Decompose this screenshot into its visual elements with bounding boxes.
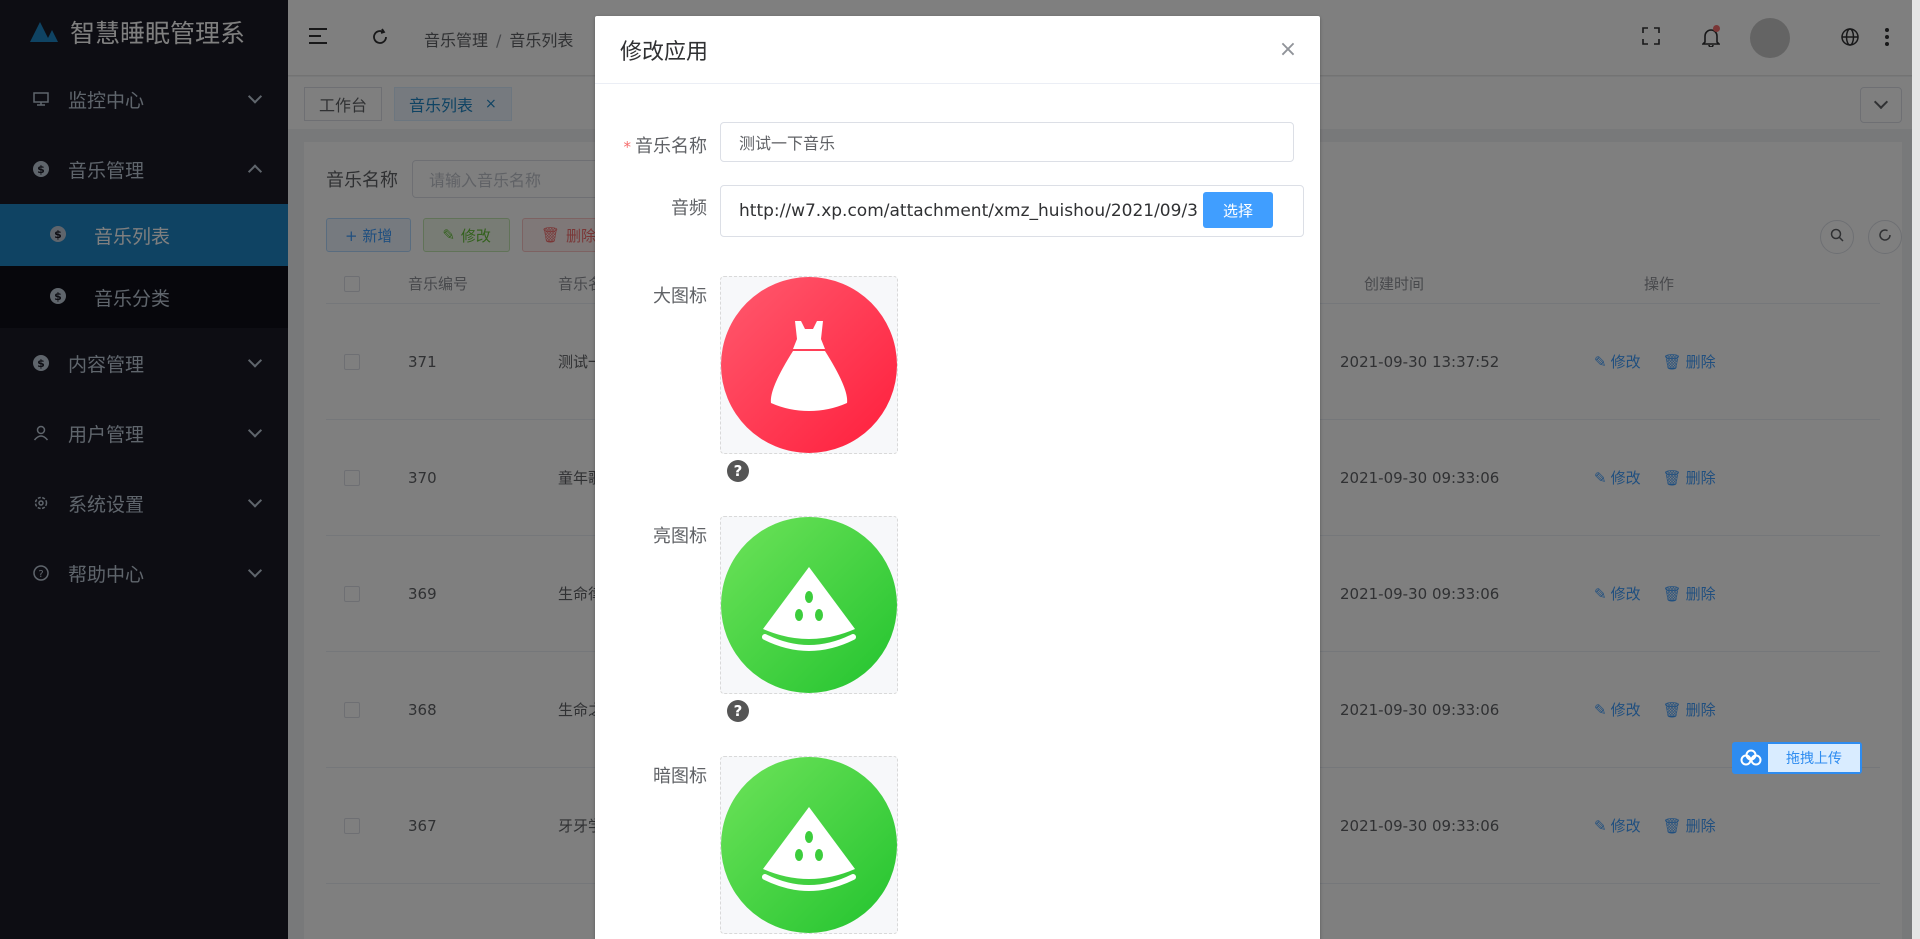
form-label: 大图标 [653,286,707,307]
page-scrollbar[interactable] [1912,0,1920,939]
dialog-title: 修改应用 [620,39,709,65]
dress-icon [721,277,897,453]
audio-url-text: http://w7.xp.com/attachment/xmz_huishou/… [739,201,1197,221]
dialog-header: 修改应用 × [595,16,1320,84]
cloud-icon [1734,744,1768,772]
dark-icon-upload[interactable] [720,756,898,934]
form-label: 亮图标 [653,526,707,547]
form-label-text: 音乐名称 [635,136,707,157]
audio-url-field[interactable]: http://w7.xp.com/attachment/xmz_huishou/… [720,185,1304,237]
drag-upload-widget[interactable]: 拖拽上传 [1732,742,1862,774]
form-label: * 音乐名称 [624,132,708,158]
watermelon-icon [721,517,897,693]
help-icon[interactable]: ? [727,700,749,722]
edit-dialog: 修改应用 × * 音乐名称 测试一下音乐 音频 http://w7.xp.com/… [595,16,1320,939]
big-icon-upload[interactable] [720,276,898,454]
form-label: 暗图标 [653,766,707,787]
required-mark: * [623,138,632,156]
close-icon[interactable]: × [1278,39,1298,61]
bright-icon-upload[interactable] [720,516,898,694]
form-label: 音频 [671,198,707,219]
music-name-input[interactable]: 测试一下音乐 [720,122,1294,162]
help-icon[interactable]: ? [727,460,749,482]
drag-upload-label: 拖拽上传 [1768,744,1860,772]
watermelon-icon [721,757,897,933]
select-audio-button[interactable]: 选择 [1203,192,1273,228]
